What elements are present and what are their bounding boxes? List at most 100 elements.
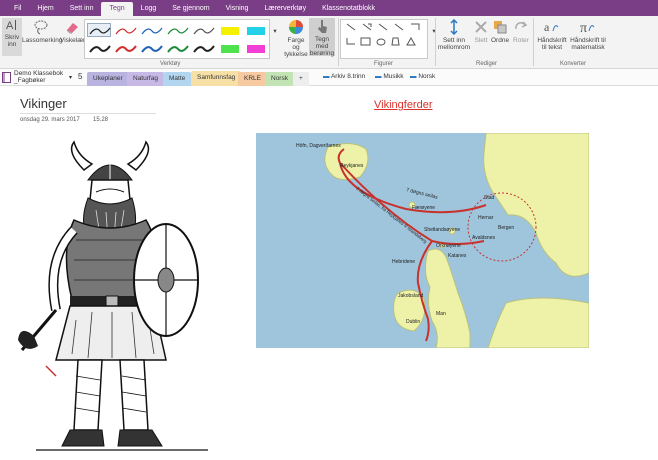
page-time: 15.28: [93, 117, 109, 123]
viskelaer-label: Viskelær: [60, 37, 86, 44]
group-label-figurer: Figurer: [374, 61, 394, 67]
pen-gallery: [84, 19, 270, 59]
pen-black-thick-2[interactable]: [191, 41, 215, 55]
section-tab-naturfag[interactable]: Naturfag: [127, 72, 164, 86]
group-label-konverter: Konverter: [560, 61, 587, 67]
notebook-icon: [2, 72, 11, 83]
menu-tab-logg[interactable]: Logg: [133, 2, 165, 16]
pen-red-thin[interactable]: [113, 23, 137, 37]
insert-space-icon: [450, 19, 458, 35]
slett-label: Slett: [474, 37, 488, 44]
label-hebridene: Hebridene: [392, 259, 415, 265]
section-tab-samfunnsfag[interactable]: Samfunnsfag: [191, 71, 242, 86]
menu-tab-laererverktoy[interactable]: Lærerverktøy: [256, 2, 314, 16]
section-group-arkiv[interactable]: ▬ Arkiv 8.trinn: [323, 73, 365, 80]
pen-black-thin[interactable]: [87, 23, 111, 37]
arrange-icon: [494, 21, 507, 34]
svg-text:A: A: [6, 20, 14, 32]
section-tab-matte[interactable]: Matte: [163, 72, 192, 86]
folder-icon: ▬: [323, 73, 330, 80]
ribbon: A Skriv inn Lassomerking Viskelær ▾ Farg…: [0, 16, 658, 69]
highlighter-yellow[interactable]: [217, 23, 241, 37]
section-group-name: _Fagbøker: [14, 77, 46, 84]
sett-inn-mellomrom-button[interactable]: Sett inn mellomrom: [437, 19, 471, 51]
menu-tab-se-gjennom[interactable]: Se gjennom: [164, 2, 217, 16]
pen-black-thick[interactable]: [87, 41, 111, 55]
notebook-name[interactable]: Demo Klassebok _Fagbøker: [14, 70, 63, 84]
pen-blue-thick[interactable]: [139, 41, 163, 55]
ordne-button[interactable]: Ordne: [491, 19, 509, 44]
chevron-down-icon[interactable]: ▾: [69, 74, 72, 81]
label-man: Man: [436, 311, 446, 317]
label-orknoyene: Orknøyene: [436, 243, 461, 249]
label-dublin: Dublin: [406, 319, 420, 325]
notebook-title: Demo Klassebok: [14, 70, 64, 77]
farge-tykkelse-button[interactable]: Farge og tykkelse: [283, 19, 309, 58]
color-palette-icon: [289, 20, 303, 34]
highlighter-cyan[interactable]: [243, 23, 267, 37]
label-reykjanes: Reykjanes: [340, 163, 364, 169]
menu-tab-fil[interactable]: Fil: [6, 2, 29, 16]
pen-red-thick[interactable]: [113, 41, 137, 55]
viskelaer-button[interactable]: Viskelær: [60, 19, 86, 44]
ordne-label: Ordne: [491, 37, 510, 44]
section-tab-norsk[interactable]: Norsk: [265, 72, 294, 86]
menu-tab-visning[interactable]: Visning: [218, 2, 257, 16]
section-group-norsk-label: Norsk: [418, 73, 436, 80]
folder-icon: ▬: [410, 73, 417, 80]
text-cursor-icon: A: [6, 20, 16, 32]
slett-button[interactable]: Slett: [471, 19, 491, 44]
pen-gray-thin[interactable]: [191, 23, 215, 37]
pen-gallery-more[interactable]: ▾: [271, 28, 279, 35]
tegn-med-beroring-label: Tegn med berøring: [309, 36, 335, 57]
highlighter-magenta[interactable]: [243, 41, 267, 55]
menu-bar: Fil Hjem Sett inn Tegn Logg Se gjennom V…: [0, 0, 658, 16]
label-hernar: Hernar: [478, 215, 494, 221]
page-title[interactable]: Vikinger: [20, 96, 67, 111]
touch-draw-icon: [318, 20, 327, 33]
skriv-inn-button[interactable]: A Skriv inn: [2, 18, 22, 56]
lassomerking-button[interactable]: Lassomerking: [22, 19, 62, 44]
section-tab-ukeplaner[interactable]: Ukeplaner: [87, 72, 129, 86]
section-tab-krle[interactable]: KRLE: [238, 72, 267, 86]
group-label-rediger: Rediger: [476, 61, 498, 67]
label-bergen: Bergen: [498, 225, 514, 231]
label-hofn: Höfn, Dagverðarnes: [296, 142, 341, 149]
notebook-bar: Demo Klassebok _Fagbøker ▾ 5 Ukeplaner N…: [0, 69, 658, 86]
shapes-icons: [346, 23, 420, 46]
ribbon-separator: [435, 18, 436, 66]
ribbon-separator: [338, 18, 339, 66]
menu-tab-klassenotatblokk[interactable]: Klassenotatblokk: [314, 2, 383, 16]
group-label-verktoy: Verktøy: [160, 61, 181, 67]
label-shetland: Shetlandsøyene: [424, 227, 460, 233]
pen-green-thick[interactable]: [165, 41, 189, 55]
folder-icon: ▬: [375, 73, 382, 80]
eraser-icon: [66, 23, 78, 34]
farge-tykkelse-label: Farge og tykkelse: [284, 37, 308, 58]
lasso-icon: [34, 20, 48, 35]
menu-tab-sett-inn[interactable]: Sett inn: [62, 2, 102, 16]
pen-blue-thin[interactable]: [139, 23, 163, 37]
pen-green-thin[interactable]: [165, 23, 189, 37]
rotate-icon: [515, 21, 528, 30]
menu-tab-tegn[interactable]: Tegn: [101, 2, 133, 16]
handskrift-til-tekst-button[interactable]: a Håndskrift til tekst: [536, 19, 568, 51]
menu-tab-hjem[interactable]: Hjem: [29, 2, 61, 16]
ribbon-separator: [533, 18, 534, 66]
tegn-med-beroring-button[interactable]: Tegn med berøring: [309, 18, 335, 57]
section-group-norsk[interactable]: ▬ Norsk: [410, 73, 435, 80]
section-group-musikk[interactable]: ▬ Musikk: [375, 73, 404, 80]
highlighter-green[interactable]: [217, 41, 241, 55]
section-group-arkiv-label: Arkiv 8.trinn: [330, 73, 366, 80]
delete-icon: [475, 21, 487, 33]
add-section-button[interactable]: +: [293, 72, 309, 86]
sett-inn-mellomrom-label: Sett inn mellomrom: [437, 37, 471, 51]
viking-voyages-map[interactable]: Höfn, Dagverðarnes Reykjanes 7 døgns sei…: [256, 133, 589, 348]
section-count: 5: [78, 72, 83, 81]
ink-to-text-icon: a: [544, 20, 559, 34]
roter-button[interactable]: Roter: [511, 19, 531, 44]
label-jakobsland: Jakobsland: [398, 293, 424, 299]
map-title[interactable]: Vikingferder: [374, 99, 433, 111]
viking-warrior-image[interactable]: [16, 140, 212, 452]
handskrift-til-matematisk-button[interactable]: π Håndskrift til matematisk: [568, 19, 608, 51]
